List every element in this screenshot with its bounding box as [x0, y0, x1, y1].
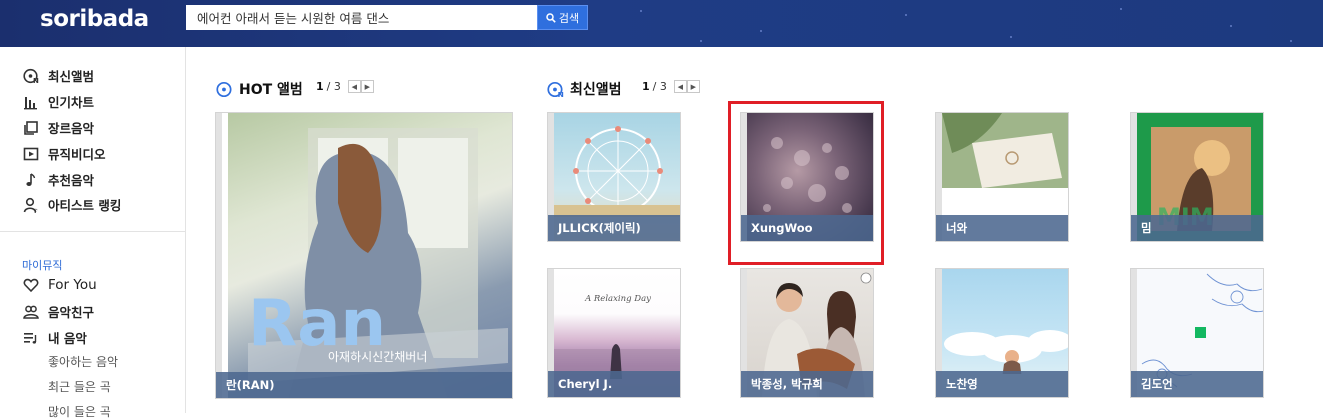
top-header: soribada 검색 — [0, 0, 1323, 47]
album-card[interactable]: 너와 — [935, 112, 1069, 242]
album-caption: 박종성, 박규희 — [741, 371, 873, 397]
new-album-icon — [216, 81, 232, 97]
hot-album-title: HOT 앨범 — [239, 82, 303, 98]
sidebar-item-label: 최신앨범 — [48, 69, 95, 84]
playlist-icon — [22, 329, 39, 346]
album-card[interactable]: 김도언 — [1130, 268, 1264, 398]
my-music-heading: 마이뮤직 — [22, 259, 63, 272]
sidebar-item-my-music[interactable]: 내 음악 — [22, 328, 87, 347]
new-album-icon: N — [22, 67, 39, 84]
music-note-icon — [22, 171, 39, 188]
sidebar-item-label: 추천음악 — [48, 173, 95, 188]
next-page-button[interactable]: ▶ — [360, 80, 374, 93]
soribada-logo[interactable]: soribada — [40, 6, 149, 32]
prev-page-button[interactable]: ◀ — [347, 80, 361, 93]
new-album-pager: 1 / 3 ◀ ▶ — [642, 80, 700, 93]
new-album-title: 최신앨범 — [570, 82, 622, 98]
sub-item-liked-music[interactable]: 좋아하는 음악 — [48, 353, 118, 370]
page-total: / 3 — [652, 80, 667, 93]
genre-icon — [22, 119, 39, 136]
album-caption: 밈 — [1131, 215, 1263, 241]
sidebar-item-recommended[interactable]: 추천음악 — [22, 170, 94, 189]
svg-text:♪: ♪ — [34, 208, 38, 213]
album-card[interactable]: 노찬영 — [935, 268, 1069, 398]
page-current: 1 — [316, 80, 324, 93]
sidebar-item-label: 내 음악 — [48, 331, 87, 346]
sidebar: N 최신앨범 인기차트 장르음악 뮤직비디오 추천음악 ♪ 아티스트 랭킹 마이… — [0, 47, 186, 419]
sidebar-item-for-you[interactable]: For You — [22, 276, 97, 293]
album-art-title: A Relaxing Day — [584, 294, 651, 304]
hot-album-pager: 1 / 3 ◀ ▶ — [316, 80, 374, 93]
search-input[interactable] — [186, 5, 537, 30]
sidebar-item-label: 인기차트 — [48, 95, 95, 110]
album-caption: 노찬영 — [936, 371, 1068, 397]
sub-item-most-played[interactable]: 많이 들은 곡 — [48, 403, 111, 420]
album-caption: JLLICK(제이릭) — [548, 215, 680, 241]
sidebar-item-genre[interactable]: 장르음악 — [22, 118, 94, 137]
page-current: 1 — [642, 80, 650, 93]
hot-album-card[interactable]: Ran 아재하시신간채버너 란(RAN) — [215, 112, 513, 399]
artist-icon: ♪ — [22, 196, 39, 213]
sidebar-divider — [0, 231, 185, 232]
sidebar-item-label: 아티스트 랭킹 — [48, 198, 122, 213]
sidebar-item-music-video[interactable]: 뮤직비디오 — [22, 144, 106, 163]
album-caption: 너와 — [936, 215, 1068, 241]
album-caption: Cheryl J. — [548, 371, 680, 397]
search-button-label: 검색 — [558, 11, 580, 25]
album-caption: 란(RAN) — [216, 372, 512, 398]
sidebar-item-label: 음악친구 — [48, 305, 95, 320]
album-card[interactable]: 박종성, 박규희 — [740, 268, 874, 398]
sidebar-item-music-friends[interactable]: 음악친구 — [22, 302, 94, 321]
album-card[interactable]: JLLICK(제이릭) — [547, 112, 681, 242]
sidebar-item-label: 장르음악 — [48, 121, 95, 136]
album-caption: XungWoo — [741, 215, 873, 241]
sidebar-item-new-albums[interactable]: N 최신앨범 — [22, 66, 94, 85]
album-cover: Ran 아재하시신간채버너 — [228, 113, 512, 398]
page-total: / 3 — [326, 80, 341, 93]
sub-item-recently-played[interactable]: 최근 들은 곡 — [48, 378, 111, 395]
prev-page-button[interactable]: ◀ — [673, 80, 687, 93]
heart-icon — [22, 276, 39, 293]
new-album-icon: N — [547, 81, 564, 98]
new-album-heading: N 최신앨범 — [547, 79, 622, 99]
chart-bars-icon — [22, 93, 39, 110]
video-play-icon — [22, 145, 39, 162]
sidebar-item-artist-ranking[interactable]: ♪ 아티스트 랭킹 — [22, 195, 121, 214]
album-card[interactable]: MIM 밈 — [1130, 112, 1264, 242]
album-caption: 김도언 — [1131, 371, 1263, 397]
sidebar-item-label: For You — [48, 276, 97, 293]
search-button[interactable]: 검색 — [537, 5, 588, 30]
sidebar-item-chart[interactable]: 인기차트 — [22, 92, 94, 111]
hot-album-heading: HOT 앨범 — [216, 79, 303, 99]
sidebar-item-label: 뮤직비디오 — [48, 147, 106, 162]
album-card[interactable]: XungWoo — [740, 112, 874, 242]
card-edge — [216, 113, 222, 398]
next-page-button[interactable]: ▶ — [686, 80, 700, 93]
album-art-subtitle: 아재하시신간채버너 — [328, 350, 427, 364]
svg-text:N: N — [33, 77, 39, 84]
friends-icon — [22, 303, 39, 320]
svg-text:N: N — [558, 89, 564, 97]
album-card[interactable]: A Relaxing Day Cheryl J. — [547, 268, 681, 398]
search-icon — [546, 12, 556, 23]
